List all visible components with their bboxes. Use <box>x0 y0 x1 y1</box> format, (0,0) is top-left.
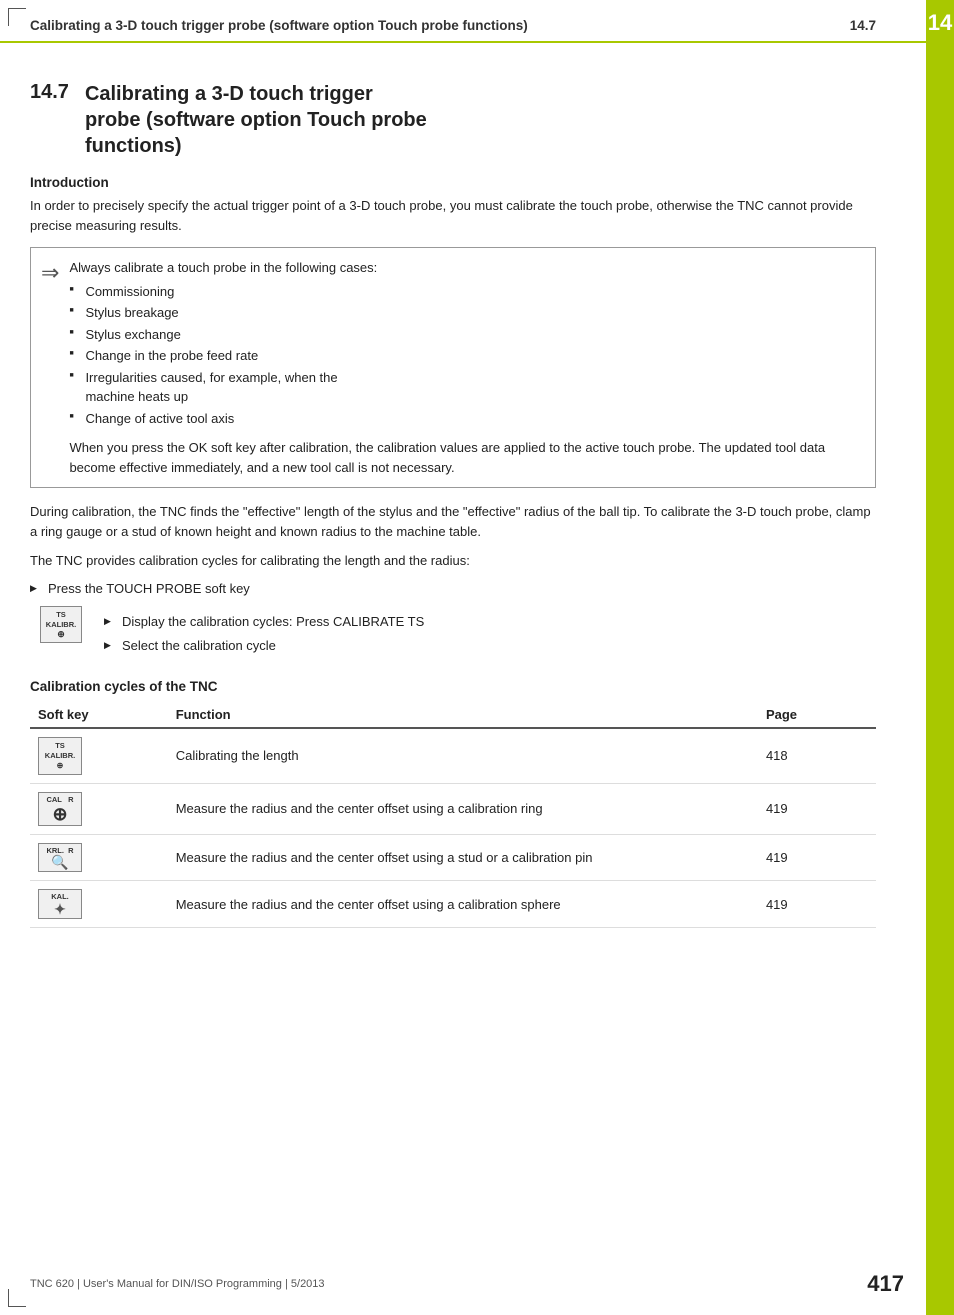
list-item: Change in the probe feed rate <box>69 346 861 366</box>
page-number: 417 <box>867 1271 904 1297</box>
col-header-softkey: Soft key <box>30 702 168 728</box>
cal-table: Soft key Function Page TS KALIBR. ⊕ Cal <box>30 702 876 928</box>
row2-sk-icon: ⊕ <box>43 805 77 823</box>
cal-table-body: TS KALIBR. ⊕ Calibrating the length 418 … <box>30 728 876 928</box>
sub-step-2: Select the calibration cycle <box>104 636 876 656</box>
header-title: Calibrating a 3-D touch trigger probe (s… <box>30 18 528 33</box>
ts-kalibr-softkey: TS KALIBR. ⊕ <box>40 606 82 643</box>
softkey-icon-col: TS KALIBR. ⊕ <box>40 606 90 643</box>
step-touch-probe-text: Press the TOUCH PROBE soft key <box>48 581 250 596</box>
row1-sk-bottom: KALIBR. <box>43 751 77 761</box>
sub-step-1: Display the calibration cycles: Press CA… <box>104 612 876 632</box>
sub-step-2-text: Select the calibration cycle <box>122 638 276 653</box>
intro-heading: Introduction <box>30 175 876 190</box>
page-header: Calibrating a 3-D touch trigger probe (s… <box>0 0 926 43</box>
table-cell-function: Measure the radius and the center offset… <box>168 881 758 928</box>
sub-steps: Display the calibration cycles: Press CA… <box>104 612 876 655</box>
step-text-col: Display the calibration cycles: Press CA… <box>104 606 876 659</box>
table-cell-page: 419 <box>758 834 876 881</box>
intro-body3: The TNC provides calibration cycles for … <box>30 551 876 571</box>
row3-softkey: KRL. R 🔍 <box>38 843 82 873</box>
table-cell-function: Calibrating the length <box>168 728 758 783</box>
notice-footer: When you press the OK soft key after cal… <box>69 438 861 477</box>
notice-content: Always calibrate a touch probe in the fo… <box>69 258 861 477</box>
notice-arrow-icon: ⇒ <box>41 260 59 477</box>
notice-intro: Always calibrate a touch probe in the fo… <box>69 258 861 278</box>
cal-table-heading: Calibration cycles of the TNC <box>30 679 876 694</box>
section-title: Calibrating a 3-D touch triggerprobe (so… <box>85 81 427 159</box>
step-touch-probe: Press the TOUCH PROBE soft key <box>30 579 876 599</box>
table-row: KRL. R 🔍 Measure the radius and the cent… <box>30 834 876 881</box>
row4-sk-icon: ✦ <box>43 902 77 916</box>
row1-softkey: TS KALIBR. ⊕ <box>38 737 82 775</box>
col-header-function: Function <box>168 702 758 728</box>
row4-softkey: KAL. ✦ <box>38 889 82 919</box>
table-cell-softkey: CAL R ⊕ <box>30 783 168 834</box>
cal-table-section: Calibration cycles of the TNC Soft key F… <box>30 679 876 928</box>
table-cell-function: Measure the radius and the center offset… <box>168 783 758 834</box>
cal-table-header-row: Soft key Function Page <box>30 702 876 728</box>
intro-body2: During calibration, the TNC finds the "e… <box>30 502 876 541</box>
header-section: 14.7 <box>850 18 876 33</box>
footer-text: TNC 620 | User's Manual for DIN/ISO Prog… <box>30 1278 325 1290</box>
main-content: 14.7 Calibrating a 3-D touch triggerprob… <box>0 43 926 948</box>
list-item: Stylus breakage <box>69 303 861 323</box>
sk-icon: ⊕ <box>45 630 77 639</box>
section-heading: 14.7 Calibrating a 3-D touch triggerprob… <box>30 81 876 159</box>
row1-sk-dot: ⊕ <box>43 761 77 771</box>
page-footer: TNC 620 | User's Manual for DIN/ISO Prog… <box>30 1271 904 1297</box>
list-item: Irregularities caused, for example, when… <box>69 368 861 407</box>
chapter-side-tab: 14 <box>926 0 954 1315</box>
list-item: Commissioning <box>69 282 861 302</box>
table-cell-softkey: KRL. R 🔍 <box>30 834 168 881</box>
table-cell-softkey: KAL. ✦ <box>30 881 168 928</box>
list-item: Change of active tool axis <box>69 409 861 429</box>
step-with-icon-row: TS KALIBR. ⊕ Display the calibration cyc… <box>40 606 876 659</box>
table-cell-function: Measure the radius and the center offset… <box>168 834 758 881</box>
notice-list: Commissioning Stylus breakage Stylus exc… <box>69 282 861 429</box>
corner-mark-bl <box>8 1289 26 1307</box>
table-cell-page: 418 <box>758 728 876 783</box>
row3-sk-icon: 🔍 <box>43 855 77 869</box>
intro-body1: In order to precisely specify the actual… <box>30 196 876 235</box>
corner-mark-tl <box>8 8 26 26</box>
table-cell-page: 419 <box>758 881 876 928</box>
table-row: TS KALIBR. ⊕ Calibrating the length 418 <box>30 728 876 783</box>
notice-box: ⇒ Always calibrate a touch probe in the … <box>30 247 876 488</box>
col-header-page: Page <box>758 702 876 728</box>
table-row: CAL R ⊕ Measure the radius and the cente… <box>30 783 876 834</box>
section-number: 14.7 <box>30 81 69 159</box>
row2-softkey: CAL R ⊕ <box>38 792 82 826</box>
sub-step-1-text: Display the calibration cycles: Press CA… <box>122 614 424 629</box>
table-cell-softkey: TS KALIBR. ⊕ <box>30 728 168 783</box>
side-tab-bar <box>926 56 954 1315</box>
sk-top-label: TS <box>45 610 77 620</box>
main-steps: Press the TOUCH PROBE soft key <box>30 579 876 599</box>
chapter-number: 14 <box>926 0 954 56</box>
table-cell-page: 419 <box>758 783 876 834</box>
list-item: Stylus exchange <box>69 325 861 345</box>
table-row: KAL. ✦ Measure the radius and the center… <box>30 881 876 928</box>
row1-sk-top: TS <box>43 741 77 751</box>
cal-table-head: Soft key Function Page <box>30 702 876 728</box>
